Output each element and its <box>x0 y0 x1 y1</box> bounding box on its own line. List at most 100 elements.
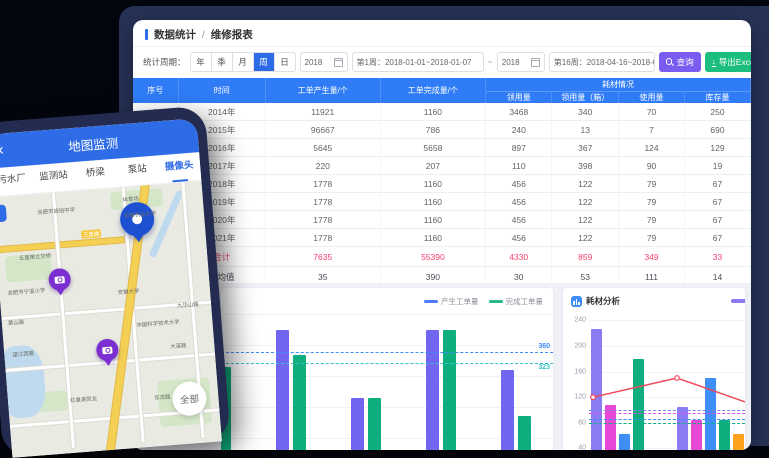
table-row[interactable]: 82021年177811604561227967 <box>133 229 751 247</box>
column-header: 时间 <box>178 78 265 103</box>
consumable-chart-plot: 240 200 160 120 80 40 <box>589 314 745 450</box>
sub-column-header: 使用量 <box>619 92 685 104</box>
workorder-bar[interactable] <box>351 398 364 450</box>
workorder-bar[interactable] <box>518 416 531 450</box>
calendar-icon <box>531 58 540 67</box>
table-row[interactable]: 62019年177811604561227967 <box>133 193 751 211</box>
phone-screen: ‹ 地图监测 污水厂监测站桥梁泵站摄像头 › 全部 合肥市琥珀中学体育场安徽 <box>0 118 222 457</box>
breadcrumb-page: 维修报表 <box>211 29 253 41</box>
period-label: 统计周期： <box>143 56 186 68</box>
report-table: 序号时间工单产生量/个工单完成量/个耗材情况领用量领用量（箱）使用量库存量120… <box>133 78 751 287</box>
tab-桥梁[interactable]: 桥梁 <box>73 159 117 190</box>
map-poi-label: 合肥市宁溪小学 <box>7 286 45 297</box>
range-separator: ~ <box>488 57 493 67</box>
period-option[interactable]: 年 <box>191 53 212 71</box>
sub-column-header: 领用量（箱） <box>552 92 619 104</box>
table-row[interactable]: 72020年177811604561227967 <box>133 211 751 229</box>
y-axis-tick: 80 <box>578 419 586 426</box>
map-poi-label: 大溪路 <box>170 341 187 350</box>
query-button[interactable]: 查询 <box>659 52 701 72</box>
map-poi-label: 黄山路 <box>8 317 25 326</box>
camera-marker[interactable] <box>96 338 120 362</box>
period-option[interactable]: 季 <box>212 53 233 71</box>
consumable-chart-card: 耗材分析 240 200 160 120 80 40 <box>563 288 745 450</box>
total-row: 合计763555390433085934933 <box>133 247 751 267</box>
legend-item[interactable]: 完成工单量 <box>489 296 544 307</box>
workorder-bar[interactable] <box>276 330 289 450</box>
table-row[interactable]: 12014年119211160346834070250 <box>133 103 751 121</box>
phone-mockup: ‹ 地图监测 污水厂监测站桥梁泵站摄像头 › 全部 合肥市琥珀中学体育场安徽 <box>0 106 231 458</box>
camera-icon <box>54 276 65 284</box>
legend-item[interactable]: 产生工单量 <box>424 296 479 307</box>
legend-swatch <box>424 300 438 304</box>
trend-line <box>589 314 745 450</box>
tab-污水厂[interactable]: 污水厂 <box>0 165 34 196</box>
column-header: 工单产生量/个 <box>265 78 380 103</box>
breadcrumb: 数据统计 / 维修报表 <box>133 20 751 47</box>
table-row[interactable]: 42017年2202071103989019 <box>133 157 751 175</box>
workorder-chart-plot: 360 323 <box>221 314 553 450</box>
reference-line-label: 360 <box>538 343 550 350</box>
period-segment: 年季月周日 <box>190 52 296 72</box>
table-row[interactable]: 52018年177811604561227967 <box>133 175 751 193</box>
breadcrumb-accent-bar <box>145 29 148 40</box>
sub-column-header: 库存量 <box>685 92 751 104</box>
calendar-icon <box>334 58 343 67</box>
map-poi-label: 东流路 <box>154 392 171 401</box>
map-poi-label: 中国科学技术大学 <box>136 317 180 328</box>
map-view[interactable]: › 全部 合肥市琥珀中学体育场安徽农业大学三里庵五里墩立交桥合肥市宁溪小学安徽大… <box>0 181 222 458</box>
start-year-select[interactable]: 2018 <box>300 52 348 72</box>
reference-line <box>221 352 553 353</box>
start-week-input[interactable]: 第1周：2018-01-01~2018-01-07 <box>352 52 484 72</box>
tab-监测站[interactable]: 监测站 <box>32 162 76 193</box>
map-road <box>0 237 124 252</box>
export-excel-button[interactable]: ↓ 导出Excel <box>705 52 751 72</box>
breadcrumb-separator: / <box>202 29 205 41</box>
y-axis-tick: 40 <box>578 445 586 450</box>
y-axis-tick: 120 <box>574 394 586 401</box>
map-poi-label: 红星美凯龙 <box>70 394 98 404</box>
filter-toolbar: 统计周期： 年季月周日 2018 第1周：2018-01-01~2018-01-… <box>133 47 751 77</box>
column-header: 工单完成量/个 <box>380 78 486 103</box>
map-poi-label: 安徽大学 <box>118 286 140 296</box>
period-option[interactable]: 月 <box>233 53 254 71</box>
workorder-bar[interactable] <box>501 370 514 450</box>
column-header: 序号 <box>133 78 178 103</box>
reference-line-label: 323 <box>538 364 550 371</box>
group-header: 耗材情况 <box>486 78 751 92</box>
bar-chart-icon <box>571 296 582 307</box>
search-icon <box>666 58 674 66</box>
map-expand-button[interactable]: › <box>0 204 7 222</box>
tab-摄像头[interactable]: 摄像头 <box>157 152 201 183</box>
y-axis-tick: 200 <box>574 343 586 350</box>
map-poi-label: 望江西路 <box>12 349 34 359</box>
consumable-chart-legend-swatch <box>731 299 745 303</box>
workorder-bar[interactable] <box>368 398 381 450</box>
reference-line <box>221 363 553 364</box>
report-table-container: 序号时间工单产生量/个工单完成量/个耗材情况领用量领用量（箱）使用量库存量120… <box>133 78 751 287</box>
workorder-chart-legend: 产生工单量 完成工单量 <box>424 296 543 307</box>
legend-swatch <box>489 300 503 304</box>
sub-column-header: 领用量 <box>486 92 552 104</box>
map-poi-label: 合肥市琥珀中学 <box>37 205 75 216</box>
workorder-bar[interactable] <box>443 330 456 450</box>
breadcrumb-section[interactable]: 数据统计 <box>154 29 196 41</box>
camera-icon <box>102 346 113 354</box>
workorder-bar[interactable] <box>426 330 439 450</box>
workorder-chart-card: 产生工单量 完成工单量 360 323 <box>221 288 553 450</box>
table-row[interactable]: 32016年56455658897367124129 <box>133 139 751 157</box>
end-week-input[interactable]: 第16周：2018-04-16~2018-04-22 <box>549 52 655 72</box>
map-poi-label: 九华山路 <box>177 300 199 310</box>
camera-marker[interactable] <box>48 268 72 292</box>
y-axis-tick: 160 <box>574 368 586 375</box>
workorder-bar[interactable] <box>293 355 306 450</box>
download-icon: ↓ <box>712 58 716 67</box>
consumable-chart-title: 耗材分析 <box>586 295 620 307</box>
period-option[interactable]: 日 <box>275 53 295 71</box>
map-poi-label: 三里庵 <box>81 229 101 239</box>
y-axis-tick: 240 <box>574 317 586 324</box>
table-row[interactable]: 22015年96667786240137690 <box>133 121 751 139</box>
end-year-select[interactable]: 2018 <box>497 52 545 72</box>
tab-泵站[interactable]: 泵站 <box>115 155 159 186</box>
period-option[interactable]: 周 <box>254 53 275 71</box>
